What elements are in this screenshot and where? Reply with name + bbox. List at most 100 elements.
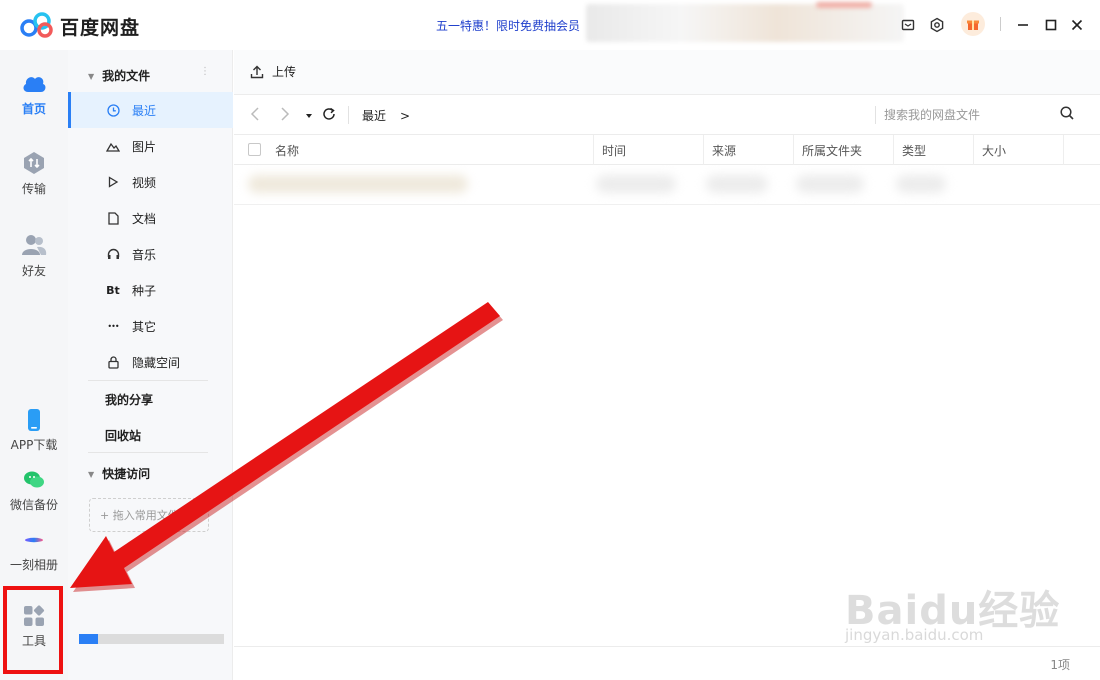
my-files-header[interactable]: ▼ 我的文件: [88, 67, 150, 84]
more-vertical-icon[interactable]: ⋮: [200, 66, 210, 77]
clock-icon: [104, 103, 122, 117]
path-divider: [348, 106, 349, 124]
annotation-highlight-box: [3, 586, 63, 674]
column-divider: [593, 135, 594, 165]
nav-app-download[interactable]: APP下载: [0, 408, 68, 453]
transfer-icon: [24, 152, 44, 174]
storage-progress-bar: [79, 634, 224, 644]
column-name[interactable]: 名称: [275, 142, 299, 159]
nav-transfer[interactable]: 传输: [0, 150, 68, 197]
breadcrumb-chevron: >: [400, 109, 411, 123]
friends-icon: [22, 235, 47, 255]
column-divider: [703, 135, 704, 165]
sidebar-divider: [88, 452, 208, 453]
close-icon[interactable]: [1067, 15, 1087, 35]
column-type[interactable]: 类型: [902, 142, 926, 159]
category-videos[interactable]: 视频: [68, 164, 233, 200]
maximize-icon[interactable]: [1041, 15, 1061, 35]
titlebar-divider: [1000, 17, 1001, 31]
collapse-triangle-icon: ▼: [88, 72, 95, 81]
my-share-link[interactable]: 我的分享: [105, 391, 153, 408]
breadcrumb-current: 最近: [362, 109, 387, 123]
category-torrents[interactable]: Bt 种子: [68, 272, 233, 308]
status-footer: 1项: [234, 646, 1100, 680]
app-title: 百度网盘: [60, 17, 141, 39]
forward-arrow-icon[interactable]: [280, 107, 290, 125]
column-source[interactable]: 来源: [712, 142, 736, 159]
category-music[interactable]: 音乐: [68, 236, 233, 272]
back-arrow-icon[interactable]: [250, 107, 260, 125]
nav-friends-label: 好友: [21, 264, 46, 278]
nav-home[interactable]: 首页: [0, 70, 68, 117]
nav-transfer-label: 传输: [21, 182, 46, 196]
upload-label: 上传: [272, 65, 297, 79]
category-recent[interactable]: 最近: [68, 92, 233, 128]
column-divider: [973, 135, 974, 165]
category-sidebar: ▼ 我的文件 ⋮ 最近 图片 视频 文档 音乐 Bt 种子 ••• 其它 隐藏空间…: [68, 50, 233, 680]
cloud-home-icon: [23, 77, 46, 92]
gift-icon[interactable]: [961, 12, 985, 36]
category-videos-label: 视频: [132, 175, 157, 190]
document-icon: [104, 211, 122, 225]
column-divider: [893, 135, 894, 165]
column-time[interactable]: 时间: [602, 142, 626, 159]
column-folder[interactable]: 所属文件夹: [802, 142, 862, 159]
toolbar: 上传: [234, 50, 1100, 95]
promo-link[interactable]: 五一特惠！限时免费抽会员: [436, 17, 580, 34]
blurred-file-type: [896, 175, 946, 193]
nav-wechat-backup[interactable]: 微信备份: [0, 468, 68, 513]
blurred-badge: [816, 2, 872, 8]
blurred-file-name: [248, 175, 468, 193]
category-hidden-space-label: 隐藏空间: [132, 355, 181, 370]
column-divider: [1063, 135, 1064, 165]
refresh-icon[interactable]: [322, 107, 336, 125]
column-divider: [793, 135, 794, 165]
baidu-netdisk-logo: [20, 12, 53, 38]
category-images[interactable]: 图片: [68, 128, 233, 164]
blurred-file-time: [596, 175, 676, 193]
upload-button[interactable]: 上传: [250, 63, 296, 80]
category-documents-label: 文档: [132, 211, 157, 226]
search-input[interactable]: [884, 104, 1064, 126]
nav-album-label: 一刻相册: [9, 558, 58, 572]
blurred-file-source: [706, 175, 768, 193]
select-all-checkbox[interactable]: [248, 143, 261, 156]
search-icon[interactable]: [1060, 106, 1074, 124]
image-icon: [104, 140, 122, 152]
table-row[interactable]: [234, 165, 1100, 205]
nav-album[interactable]: 一刻相册: [0, 528, 68, 573]
recycle-bin-link[interactable]: 回收站: [105, 427, 141, 444]
table-header: 名称 时间 来源 所属文件夹 类型 大小: [234, 135, 1100, 165]
quick-access-drop-zone[interactable]: + 拖入常用文件夹: [89, 498, 209, 532]
category-hidden-space[interactable]: 隐藏空间: [68, 344, 233, 380]
storage-progress-fill: [79, 634, 98, 644]
lock-icon: [104, 355, 122, 369]
nav-home-label: 首页: [21, 102, 46, 116]
settings-icon[interactable]: [927, 15, 947, 35]
play-icon: [104, 176, 122, 188]
collapse-triangle-icon: ▼: [88, 470, 95, 479]
column-size[interactable]: 大小: [982, 142, 1006, 159]
upload-icon: [250, 65, 264, 78]
category-others-label: 其它: [132, 319, 157, 334]
nav-app-download-label: APP下载: [10, 438, 58, 452]
phone-download-icon: [28, 409, 40, 431]
quick-access-header[interactable]: ▼ 快捷访问: [88, 465, 150, 482]
blurred-file-folder: [796, 175, 864, 193]
breadcrumb[interactable]: 最近 >: [362, 107, 410, 124]
category-music-label: 音乐: [132, 247, 157, 262]
minimize-icon[interactable]: [1013, 15, 1033, 35]
nav-wechat-backup-label: 微信备份: [9, 498, 58, 512]
category-images-label: 图片: [132, 139, 157, 154]
history-dropdown-icon[interactable]: [305, 108, 313, 124]
category-documents[interactable]: 文档: [68, 200, 233, 236]
wechat-backup-icon: [24, 471, 44, 488]
path-bar: 最近 >: [234, 95, 1100, 135]
category-recent-label: 最近: [132, 103, 157, 118]
headphones-icon: [104, 248, 122, 260]
blurred-banner: [586, 4, 904, 42]
item-count: 1项: [1050, 658, 1070, 672]
message-icon[interactable]: [898, 15, 918, 35]
nav-friends[interactable]: 好友: [0, 232, 68, 279]
category-others[interactable]: ••• 其它: [68, 308, 233, 344]
